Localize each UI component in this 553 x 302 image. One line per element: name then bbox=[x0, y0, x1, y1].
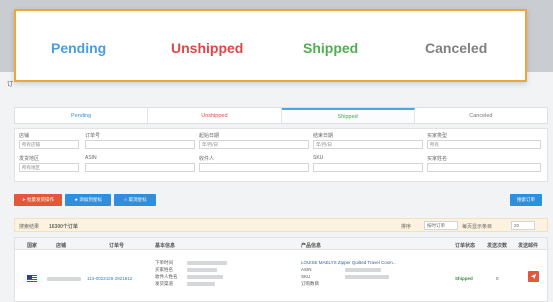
search-button[interactable]: 搜索订单 bbox=[510, 194, 542, 206]
page-edge-label: 订 bbox=[7, 82, 14, 88]
tab-pending[interactable]: Pending bbox=[15, 108, 149, 123]
ship-region-label: 发货地区 bbox=[19, 156, 40, 162]
tab-canceled[interactable]: Canceled bbox=[415, 108, 547, 123]
action-buttons: ➤ 批量发货操作 ★ 添加到星标 ☆ 取消星标 搜索订单 bbox=[14, 194, 548, 206]
sku-input[interactable] bbox=[313, 163, 423, 172]
info-label-channel: 发货渠道 bbox=[155, 281, 173, 286]
store-select[interactable]: 所有店铺 bbox=[19, 140, 79, 149]
legend-shipped: Shipped bbox=[303, 40, 359, 56]
legend-canceled: Canceled bbox=[425, 40, 488, 56]
batch-ship-button[interactable]: ➤ 批量发货操作 bbox=[14, 194, 62, 206]
legend-unshipped: Unshipped bbox=[171, 40, 244, 56]
asin-label: ASIN bbox=[85, 155, 97, 161]
store-label: 店铺 bbox=[19, 133, 30, 139]
order-count: 16300个订单 bbox=[49, 224, 78, 230]
us-flag-icon bbox=[27, 275, 37, 282]
send-mail-icon bbox=[530, 273, 537, 280]
info-value-blurred bbox=[187, 275, 223, 279]
info-label-recipient: 收件人姓名 bbox=[155, 274, 178, 279]
legend-pending: Pending bbox=[51, 40, 107, 56]
order-status: Shipped bbox=[455, 276, 473, 281]
order-number-link[interactable]: 113-0022428-2921812 bbox=[87, 276, 132, 281]
col-order-status: 订单状态 bbox=[455, 242, 476, 249]
order-no-label: 订单号 bbox=[85, 133, 101, 139]
found-label: 搜索结果 bbox=[19, 224, 40, 230]
product-title-link[interactable]: LOUISE MAELYS Zipper Quilted Travel Cosm… bbox=[301, 260, 396, 265]
buyer-type-label: 买家类型 bbox=[427, 133, 448, 139]
table-header: 国家 店铺 订单号 基本信息 产品信息 订单状态 发送次数 发送邮件 bbox=[15, 238, 547, 250]
recipient-input[interactable] bbox=[199, 163, 309, 172]
product-label-asin: ASIN bbox=[301, 267, 312, 272]
info-value-blurred bbox=[187, 268, 217, 272]
info-label-order-time: 下单时间 bbox=[155, 260, 173, 265]
remove-tag-button[interactable]: ☆ 取消星标 bbox=[114, 194, 156, 206]
col-country: 国家 bbox=[27, 242, 38, 249]
end-date-label: 结束日期 bbox=[313, 133, 334, 139]
sort-label: 排序 bbox=[401, 224, 412, 230]
col-product-info: 产品信息 bbox=[301, 242, 322, 249]
col-order-no: 订单号 bbox=[109, 242, 125, 249]
col-send-email: 发送邮件 bbox=[518, 242, 539, 249]
store-name bbox=[47, 277, 81, 281]
per-page-label: 每页显示条目 bbox=[462, 224, 493, 230]
orders-table: 国家 店铺 订单号 基本信息 产品信息 订单状态 发送次数 发送邮件 113-0… bbox=[14, 237, 548, 302]
order-management-app: Pending Unshipped Shipped Canceled 店铺 所有… bbox=[0, 72, 553, 302]
buyer-name-label: 买家姓名 bbox=[427, 156, 448, 162]
asin-input[interactable] bbox=[85, 163, 195, 172]
send-mail-button[interactable] bbox=[528, 271, 539, 282]
col-send-count: 发送次数 bbox=[487, 242, 508, 249]
tab-shipped[interactable]: Shipped bbox=[281, 108, 415, 123]
sort-select[interactable]: 按时订单 bbox=[424, 221, 458, 230]
recipient-label: 收件人 bbox=[199, 156, 215, 162]
send-count: 0 bbox=[496, 276, 499, 281]
status-legend-callout: Pending Unshipped Shipped Canceled bbox=[14, 9, 527, 82]
product-value-blurred bbox=[345, 268, 381, 272]
info-value-blurred bbox=[187, 261, 227, 265]
add-tag-button[interactable]: ★ 添加到星标 bbox=[65, 194, 111, 206]
buyer-name-input[interactable] bbox=[427, 163, 541, 172]
order-no-input[interactable] bbox=[85, 140, 195, 149]
info-value-blurred bbox=[187, 282, 215, 286]
filter-panel: 店铺 所有店铺 订单号 起始日期 年/月/日 结束日期 年/月/日 买家类型 所… bbox=[14, 128, 548, 182]
start-date-input[interactable]: 年/月/日 bbox=[199, 140, 309, 149]
end-date-input[interactable]: 年/月/日 bbox=[313, 140, 423, 149]
product-value-blurred bbox=[345, 275, 389, 279]
tab-unshipped[interactable]: Unshipped bbox=[148, 108, 282, 123]
info-label-buyer-name: 买家姓名 bbox=[155, 267, 173, 272]
result-bar: 搜索结果 16300个订单 排序 按时订单 每页显示条目 20 bbox=[14, 218, 548, 232]
col-basic-info: 基本信息 bbox=[155, 242, 176, 249]
sku-label: SKU bbox=[313, 155, 324, 161]
start-date-label: 起始日期 bbox=[199, 133, 220, 139]
product-label-sku: SKU bbox=[301, 274, 311, 279]
buyer-type-select[interactable]: 所有 bbox=[427, 140, 541, 149]
ship-region-select[interactable]: 所有地区 bbox=[19, 163, 79, 172]
per-page-select[interactable]: 20 bbox=[511, 221, 535, 230]
status-tabs: Pending Unshipped Shipped Canceled bbox=[14, 107, 548, 124]
product-label-quantity: 订购数目 bbox=[301, 281, 319, 286]
col-store: 店铺 bbox=[56, 242, 67, 249]
